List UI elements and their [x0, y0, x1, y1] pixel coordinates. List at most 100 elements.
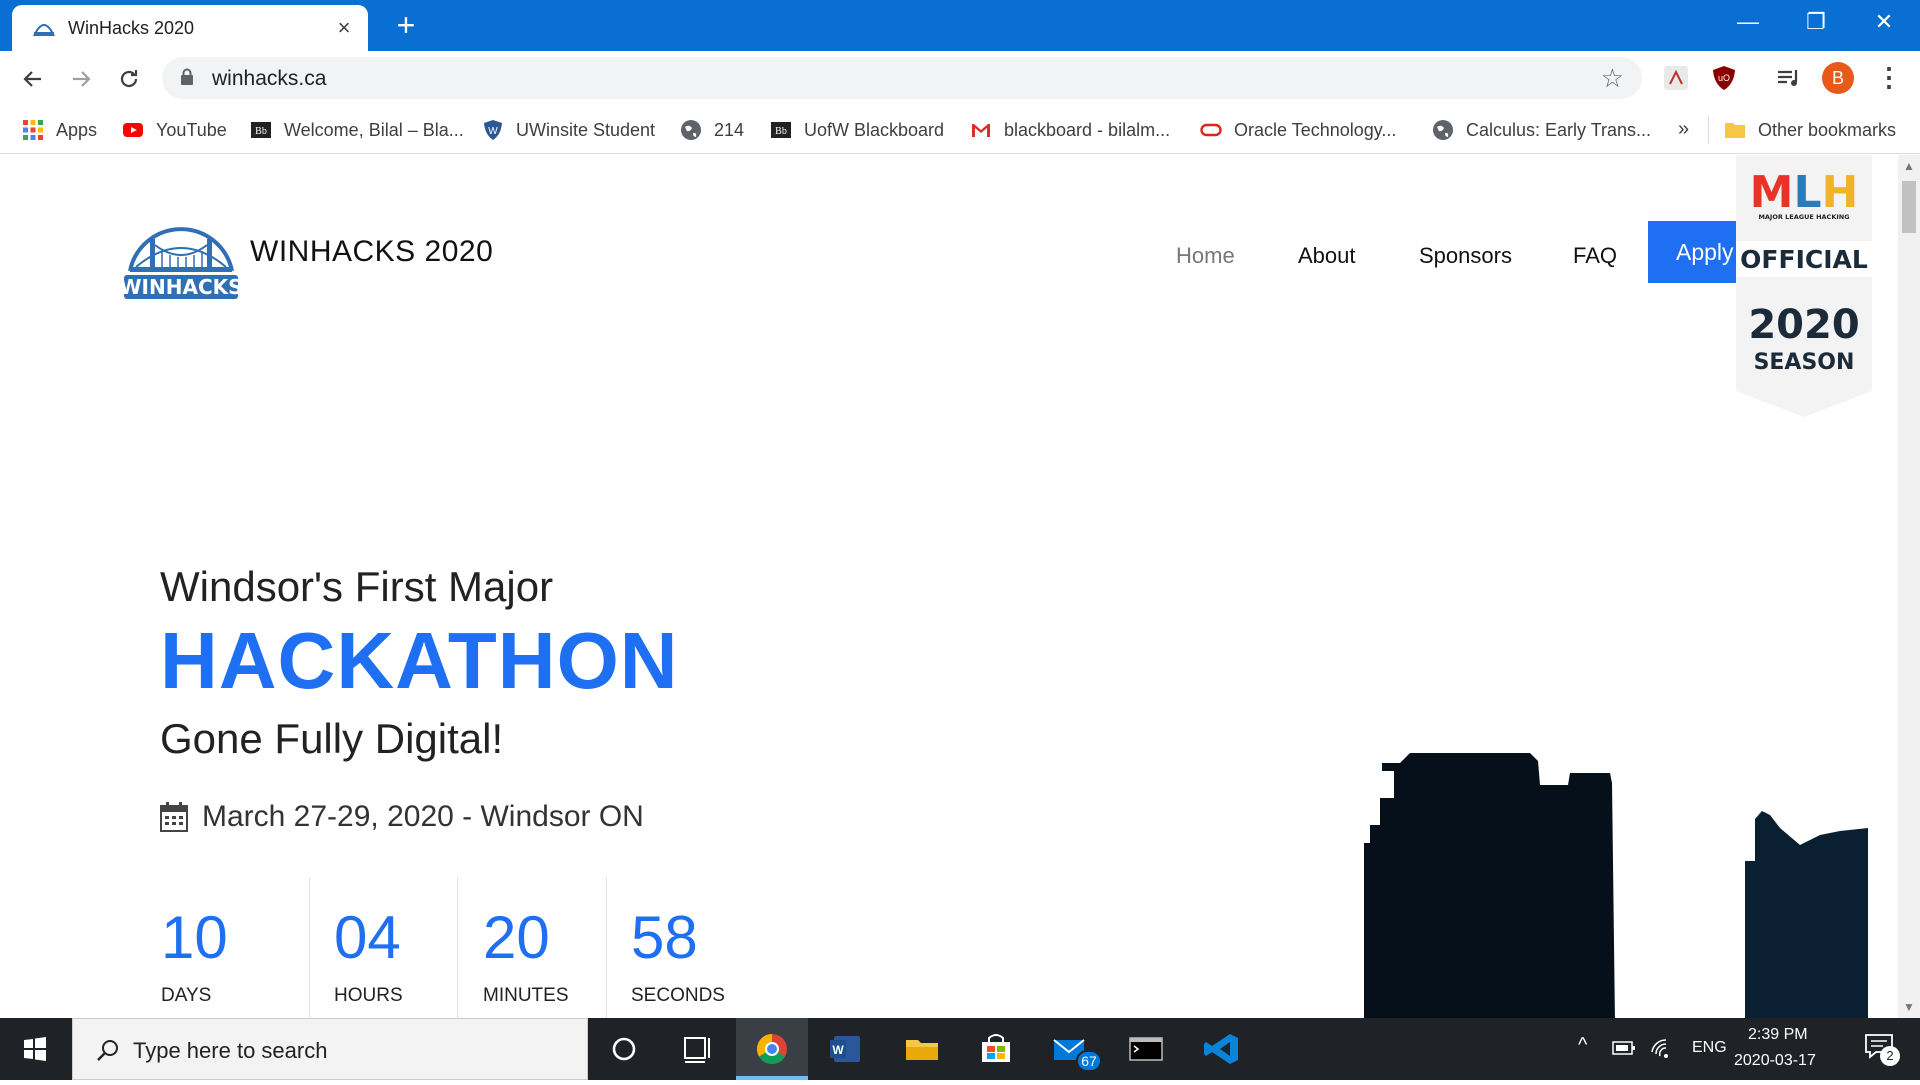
language-indicator[interactable]: ENG — [1692, 1039, 1727, 1057]
file-explorer-icon[interactable] — [886, 1018, 958, 1080]
bookmark-apps[interactable]: Apps — [22, 116, 97, 144]
globe-icon — [681, 120, 701, 140]
browser-tab[interactable]: WinHacks 2020 × — [12, 5, 368, 51]
scrollbar-thumb[interactable] — [1902, 181, 1916, 233]
bookmarks-bar: Apps YouTube Bb Welcome, Bilal – Bla... … — [0, 106, 1920, 154]
task-view-icon[interactable] — [660, 1018, 732, 1080]
clock-date[interactable]: 2020-03-17 — [1734, 1052, 1816, 1070]
address-bar[interactable]: winhacks.ca ☆ — [162, 57, 1642, 99]
apply-button[interactable]: Apply — [1648, 221, 1748, 283]
bookmark-label: Calculus: Early Trans... — [1466, 119, 1652, 140]
tab-title: WinHacks 2020 — [68, 17, 195, 38]
svg-text:W: W — [488, 126, 498, 137]
hero-title: HACKATHON — [160, 616, 679, 705]
microsoft-store-icon[interactable] — [960, 1018, 1032, 1080]
cortana-icon[interactable] — [588, 1018, 660, 1080]
folder-icon — [1725, 123, 1745, 138]
winhacks-favicon-icon — [33, 24, 55, 37]
bookmark-other[interactable]: Other bookmarks — [1724, 116, 1896, 144]
back-arrow-icon — [23, 71, 41, 87]
mail-badge: 67 — [1076, 1050, 1102, 1072]
url-text: winhacks.ca — [212, 67, 327, 90]
bookmark-gmail-blackboard[interactable]: blackboard - bilalm... — [970, 116, 1170, 144]
countdown-value: 20 — [483, 904, 550, 971]
mlh-year: 2020 — [1748, 302, 1859, 348]
winhacks-bridge-logo[interactable]: WINHACKS — [122, 209, 240, 303]
nav-home[interactable]: Home — [1176, 243, 1235, 269]
action-center-button[interactable]: 2 — [1864, 1032, 1904, 1066]
windows-taskbar: Type here to search W 67 ^ ENG 2:39 PM 2… — [0, 1018, 1920, 1080]
bookmark-youtube[interactable]: YouTube — [122, 116, 227, 144]
tray-chevron-icon[interactable]: ^ — [1578, 1034, 1587, 1057]
windows-start-button[interactable] — [0, 1018, 70, 1080]
bookmark-uwinsite[interactable]: W UWinsite Student — [482, 116, 655, 144]
countdown-divider — [457, 877, 458, 1018]
bookmark-214[interactable]: 214 — [680, 116, 744, 144]
notification-badge: 2 — [1880, 1046, 1900, 1066]
bookmark-label: blackboard - bilalm... — [1004, 119, 1171, 140]
reload-button[interactable] — [112, 62, 146, 96]
back-button[interactable] — [16, 62, 50, 96]
reload-icon — [120, 70, 138, 88]
bookmark-label: YouTube — [156, 119, 227, 140]
nav-about[interactable]: About — [1298, 243, 1356, 269]
bookmark-label: Welcome, Bilal – Bla... — [284, 119, 464, 140]
battery-icon[interactable] — [1612, 1040, 1636, 1056]
system-tray: ^ ENG 2:39 PM 2020-03-17 2 — [1560, 1018, 1920, 1080]
oracle-icon — [1200, 123, 1222, 137]
minimize-button[interactable]: — — [1724, 6, 1772, 38]
profile-avatar[interactable]: B — [1822, 62, 1854, 94]
media-queue-icon[interactable] — [1774, 64, 1802, 92]
countdown-divider — [606, 877, 607, 1018]
svg-text:uO: uO — [1718, 73, 1730, 83]
countdown-value: 10 — [161, 904, 228, 971]
browser-titlebar: WinHacks 2020 × + — ❐ ✕ — [0, 0, 1920, 51]
pdf-extension-icon[interactable] — [1662, 64, 1690, 92]
restore-button[interactable]: ❐ — [1792, 6, 1840, 38]
new-tab-button[interactable]: + — [390, 9, 422, 42]
event-date-text: March 27-29, 2020 - Windsor ON — [202, 800, 644, 833]
blackboard-icon: Bb — [771, 122, 791, 138]
clock-time[interactable]: 2:39 PM — [1748, 1026, 1808, 1044]
page-scrollbar[interactable]: ▲ ▼ — [1898, 155, 1920, 1018]
bookmark-oracle[interactable]: Oracle Technology... — [1200, 116, 1396, 144]
bookmarks-overflow-button[interactable]: » — [1678, 118, 1689, 141]
bookmark-label: 214 — [714, 119, 745, 140]
ublock-shield-icon[interactable]: uO — [1710, 64, 1738, 92]
mlh-official: OFFICIAL — [1740, 245, 1868, 274]
nav-sponsors[interactable]: Sponsors — [1419, 243, 1512, 269]
scroll-down-icon[interactable]: ▼ — [1902, 1000, 1916, 1014]
countdown-label: DAYS — [161, 985, 212, 1006]
mlh-trust-badge[interactable]: MLH MAJOR LEAGUE HACKING OFFICIAL 2020 S… — [1736, 155, 1872, 417]
bookmark-label: Apps — [56, 119, 98, 140]
terminal-icon[interactable] — [1110, 1018, 1182, 1080]
tab-close-icon[interactable]: × — [334, 17, 354, 39]
wifi-icon[interactable] — [1650, 1038, 1672, 1060]
bookmark-label: UWinsite Student — [516, 119, 656, 140]
svg-text:WINHACKS: WINHACKS — [122, 275, 240, 299]
city-skyline-illustration — [1364, 753, 1868, 1018]
forward-button[interactable] — [64, 62, 98, 96]
browser-toolbar: winhacks.ca ☆ uO B ⋮ — [0, 51, 1920, 106]
bookmark-star-icon[interactable]: ☆ — [1601, 63, 1624, 94]
bookmark-welcome-blackboard[interactable]: Bb Welcome, Bilal – Bla... — [250, 116, 464, 144]
browser-menu-icon[interactable]: ⋮ — [1876, 62, 1902, 94]
bookmark-calculus[interactable]: Calculus: Early Trans... — [1432, 116, 1651, 144]
taskbar-mail[interactable]: 67 — [1034, 1018, 1106, 1080]
word-icon[interactable]: W — [810, 1018, 882, 1080]
event-date: March 27-29, 2020 - Windsor ON — [160, 800, 644, 834]
taskbar-search[interactable]: Type here to search — [72, 1018, 588, 1080]
nav-faq[interactable]: FAQ — [1573, 243, 1617, 269]
chrome-icon — [756, 1034, 787, 1065]
bookmark-label: UofW Blackboard — [804, 119, 945, 140]
countdown-label: HOURS — [334, 985, 403, 1006]
vscode-icon[interactable] — [1186, 1018, 1258, 1080]
site-name[interactable]: WINHACKS 2020 — [250, 235, 493, 269]
scroll-up-icon[interactable]: ▲ — [1902, 159, 1916, 173]
close-window-button[interactable]: ✕ — [1860, 6, 1908, 38]
taskbar-chrome[interactable] — [736, 1018, 808, 1080]
svg-text:W: W — [832, 1043, 844, 1057]
bookmark-label: Oracle Technology... — [1234, 119, 1397, 140]
lock-icon — [181, 68, 193, 85]
bookmark-uofw-blackboard[interactable]: Bb UofW Blackboard — [770, 116, 944, 144]
